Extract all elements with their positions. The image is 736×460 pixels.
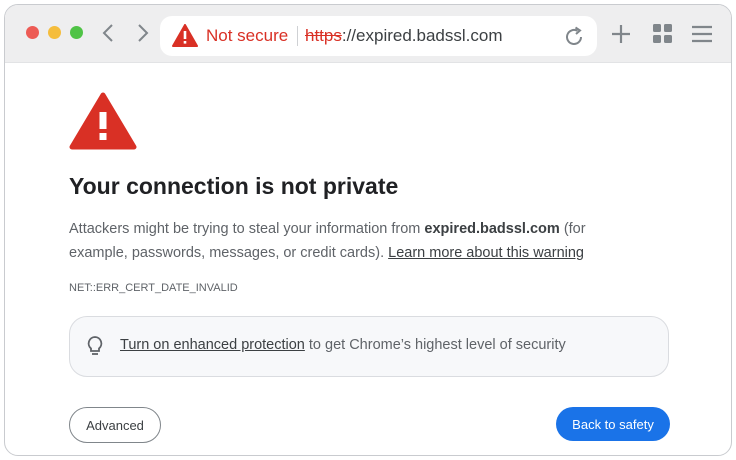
- back-arrow-icon[interactable]: [95, 19, 121, 47]
- new-tab-icon[interactable]: [609, 22, 633, 46]
- extensions-icon[interactable]: [651, 22, 675, 46]
- error-code[interactable]: NET::ERR_CERT_DATE_INVALID: [69, 282, 238, 294]
- security-status-label[interactable]: Not secure: [206, 26, 288, 46]
- address-bar[interactable]: Not secure https://expired.badssl.com: [160, 16, 597, 56]
- page-title: Your connection is not private: [69, 173, 399, 199]
- warning-description: Attackers might be trying to steal your …: [69, 217, 629, 265]
- interstitial-page: Your connection is not private Attackers…: [5, 63, 731, 455]
- advanced-button[interactable]: Advanced: [69, 407, 161, 443]
- enhanced-protection-suffix: to get Chrome’s highest level of securit…: [304, 337, 566, 353]
- browser-window: Not secure https://expired.badssl.com Yo…: [4, 4, 732, 456]
- forward-arrow-icon[interactable]: [130, 19, 156, 47]
- reload-icon[interactable]: [562, 25, 586, 49]
- url-text[interactable]: https://expired.badssl.com: [305, 26, 503, 46]
- url-scheme: https: [305, 26, 342, 45]
- close-window-button[interactable]: [26, 26, 39, 39]
- description-text: Attackers might be trying to steal your …: [69, 221, 425, 237]
- site-hostname: expired.badssl.com: [424, 221, 560, 237]
- browser-toolbar: Not secure https://expired.badssl.com: [5, 5, 731, 63]
- minimize-window-button[interactable]: [48, 26, 61, 39]
- back-to-safety-button[interactable]: Back to safety: [556, 407, 670, 441]
- enhanced-protection-banner: Turn on enhanced protection to get Chrom…: [69, 316, 669, 377]
- enhanced-protection-link[interactable]: Turn on enhanced protection: [120, 337, 305, 353]
- url-host: ://expired.badssl.com: [341, 26, 503, 45]
- enhanced-protection-text: Turn on enhanced protection to get Chrom…: [120, 337, 566, 353]
- omnibox-divider: [297, 26, 298, 46]
- maximize-window-button[interactable]: [70, 26, 83, 39]
- menu-icon[interactable]: [690, 22, 714, 46]
- lightbulb-icon: [85, 335, 105, 357]
- learn-more-link[interactable]: Learn more about this warning: [388, 245, 584, 261]
- warning-icon[interactable]: [172, 24, 198, 48]
- warning-icon: [69, 92, 137, 150]
